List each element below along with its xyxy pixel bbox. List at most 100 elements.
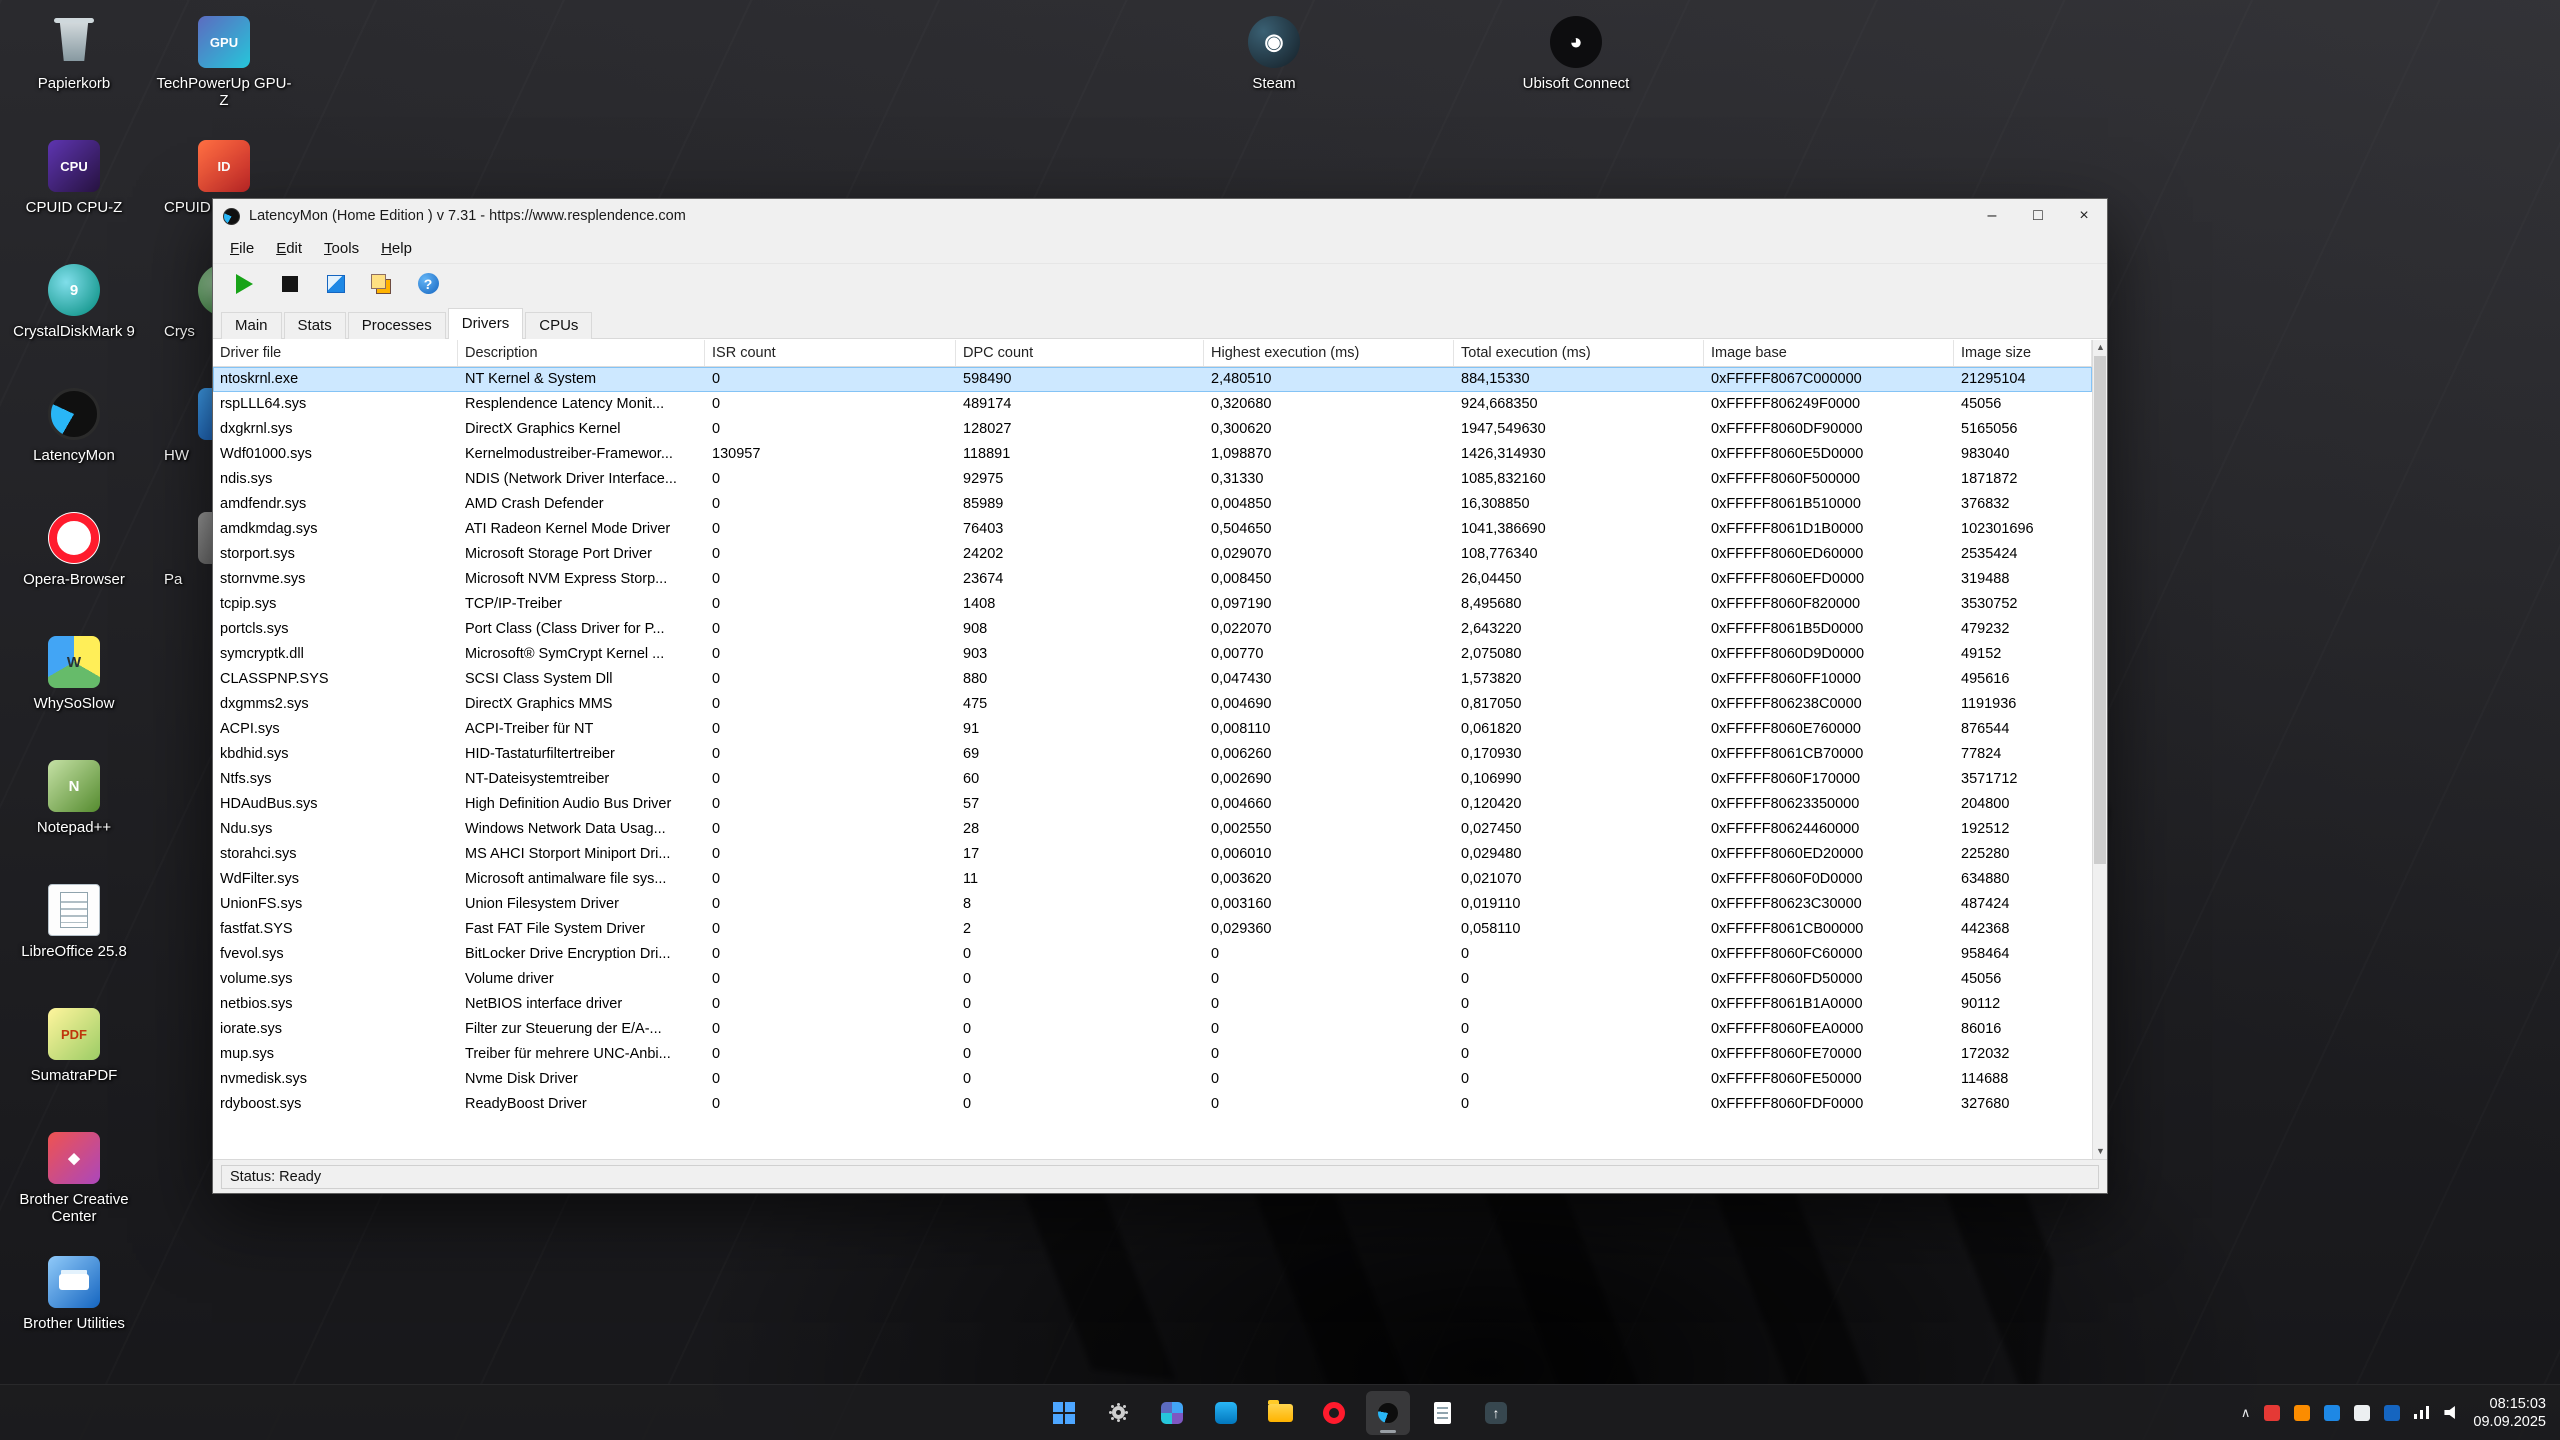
tray-app-orange[interactable]	[2294, 1404, 2311, 1421]
column-header-image-base[interactable]: Image base	[1704, 340, 1954, 366]
minimize-button[interactable]: –	[1969, 199, 2015, 233]
tab-drivers[interactable]: Drivers	[447, 308, 524, 339]
driver-row[interactable]: amdfendr.sys AMD Crash Defender 0 85989 …	[213, 492, 2092, 517]
driver-row[interactable]: rspLLL64.sys Resplendence Latency Monit.…	[213, 392, 2092, 417]
driver-row[interactable]: kbdhid.sys HID-Tastaturfiltertreiber 0 6…	[213, 742, 2092, 767]
driver-row[interactable]: amdkmdag.sys ATI Radeon Kernel Mode Driv…	[213, 517, 2092, 542]
tab-main[interactable]: Main	[221, 312, 282, 339]
desktop-icon-latencymon[interactable]: LatencyMon	[14, 382, 134, 494]
tab-stats[interactable]: Stats	[283, 312, 346, 339]
tab-processes[interactable]: Processes	[347, 312, 446, 339]
copy-button[interactable]	[367, 269, 397, 299]
column-header-image-size[interactable]: Image size	[1954, 340, 2092, 366]
report-button[interactable]	[321, 269, 351, 299]
column-header-dpc-count[interactable]: DPC count	[956, 340, 1204, 366]
desktop-icon-ubisoft-connect[interactable]: ◕ Ubisoft Connect	[1516, 10, 1636, 122]
image-base-cell: 0xFFFFF8060FC60000	[1711, 946, 1863, 962]
document-app-button[interactable]	[1420, 1391, 1464, 1435]
menu-tools[interactable]: Tools	[313, 237, 370, 260]
scroll-up-arrow[interactable]: ▲	[2093, 340, 2107, 355]
driver-row[interactable]: Ndu.sys Windows Network Data Usag... 0 2…	[213, 817, 2092, 842]
photos-app-button[interactable]	[1150, 1391, 1194, 1435]
help-button[interactable]: ?	[413, 269, 443, 299]
driver-row[interactable]: netbios.sys NetBIOS interface driver 0 0…	[213, 992, 2092, 1017]
desktop-icon-notepad-plus-plus[interactable]: N Notepad++	[14, 754, 134, 866]
store-app-button[interactable]	[1204, 1391, 1248, 1435]
driver-row[interactable]: UnionFS.sys Union Filesystem Driver 0 8 …	[213, 892, 2092, 917]
desktop-icon-sumatrapdf[interactable]: PDF SumatraPDF	[14, 1002, 134, 1114]
image-base-cell: 0xFFFFF8061B510000	[1711, 496, 1861, 512]
desktop-icon-libreoffice[interactable]: LibreOffice 25.8	[14, 878, 134, 990]
driver-row[interactable]: dxgkrnl.sys DirectX Graphics Kernel 0 12…	[213, 417, 2092, 442]
driver-row[interactable]: symcryptk.dll Microsoft® SymCrypt Kernel…	[213, 642, 2092, 667]
driver-row[interactable]: stornvme.sys Microsoft NVM Express Storp…	[213, 567, 2092, 592]
clock-date: 09.09.2025	[2473, 1413, 2546, 1430]
driver-row[interactable]: Ntfs.sys NT-Dateisystemtreiber 0 60 0,00…	[213, 767, 2092, 792]
arrow-app-button[interactable]: ↑	[1474, 1391, 1518, 1435]
driver-row[interactable]: HDAudBus.sys High Definition Audio Bus D…	[213, 792, 2092, 817]
scroll-down-arrow[interactable]: ▼	[2093, 1144, 2107, 1159]
desktop-icon-gpu-z[interactable]: GPU TechPowerUp GPU-Z	[156, 10, 292, 122]
desktop-icon-crystaldiskmark[interactable]: 9 CrystalDiskMark 9	[13, 258, 135, 370]
driver-row[interactable]: CLASSPNP.SYS SCSI Class System Dll 0 880…	[213, 667, 2092, 692]
column-header-driver-file[interactable]: Driver file	[213, 340, 458, 366]
tray-app-blue[interactable]	[2324, 1404, 2341, 1421]
vertical-scrollbar[interactable]: ▲ ▼	[2092, 340, 2107, 1159]
volume-icon[interactable]	[2444, 1406, 2459, 1420]
close-button[interactable]: ×	[2061, 199, 2107, 233]
latencymon-button[interactable]	[1366, 1390, 1410, 1435]
driver-row[interactable]: ACPI.sys ACPI-Treiber für NT 0 91 0,0081…	[213, 717, 2092, 742]
driver-row[interactable]: tcpip.sys TCP/IP-Treiber 0 1408 0,097190…	[213, 592, 2092, 617]
tab-cpus[interactable]: CPUs	[525, 312, 593, 339]
desktop-icon-opera-browser[interactable]: Opera-Browser	[14, 506, 134, 618]
isr-count-cell: 0	[712, 596, 721, 612]
driver-row[interactable]: fvevol.sys BitLocker Drive Encryption Dr…	[213, 942, 2092, 967]
start-button[interactable]	[1042, 1391, 1086, 1435]
driver-row[interactable]: portcls.sys Port Class (Class Driver for…	[213, 617, 2092, 642]
image-size-cell: 86016	[1961, 1021, 2002, 1037]
taskbar-clock[interactable]: 08:15:03 09.09.2025	[2473, 1395, 2546, 1431]
driver-row[interactable]: storahci.sys MS AHCI Storport Miniport D…	[213, 842, 2092, 867]
opera-button[interactable]	[1312, 1391, 1356, 1435]
network-icon[interactable]	[2414, 1406, 2431, 1419]
driver-row[interactable]: ndis.sys NDIS (Network Driver Interface.…	[213, 467, 2092, 492]
tray-app-light[interactable]	[2354, 1404, 2371, 1421]
driver-row[interactable]: volume.sys Volume driver 0 0 0 0 0xFFFFF…	[213, 967, 2092, 992]
file-explorer-button[interactable]	[1258, 1391, 1302, 1435]
desktop-icon-whysoslow[interactable]: W WhySoSlow	[14, 630, 134, 742]
start-monitor-button[interactable]	[229, 269, 259, 299]
driver-row[interactable]: WdFilter.sys Microsoft antimalware file …	[213, 867, 2092, 892]
driver-row[interactable]: Wdf01000.sys Kernelmodustreiber-Framewor…	[213, 442, 2092, 467]
driver-row[interactable]: mup.sys Treiber für mehrere UNC-Anbi... …	[213, 1042, 2092, 1067]
column-header-isr-count[interactable]: ISR count	[705, 340, 956, 366]
image-base-cell: 0xFFFFF8060D9D0000	[1711, 646, 1865, 662]
highest-execution-cell: 0,029070	[1211, 546, 1272, 562]
desktop-icon-brother-utilities[interactable]: Brother Utilities	[14, 1250, 134, 1362]
desktop-icon-steam[interactable]: ◉ Steam	[1214, 10, 1334, 122]
driver-row[interactable]: fastfat.SYS Fast FAT File System Driver …	[213, 917, 2092, 942]
settings-button[interactable]	[1096, 1391, 1140, 1435]
column-header-description[interactable]: Description	[458, 340, 705, 366]
menu-help[interactable]: Help	[370, 237, 423, 260]
desktop-icon-cpuid-cpu-z[interactable]: CPU CPUID CPU-Z	[14, 134, 134, 246]
driver-row[interactable]: rdyboost.sys ReadyBoost Driver 0 0 0 0 0…	[213, 1092, 2092, 1117]
column-header-total-execution[interactable]: Total execution (ms)	[1454, 340, 1704, 366]
scrollbar-thumb[interactable]	[2094, 356, 2106, 864]
driver-row[interactable]: ntoskrnl.exe NT Kernel & System 0 598490…	[213, 367, 2092, 392]
desktop-icon-papierkorb[interactable]: Papierkorb	[14, 10, 134, 122]
driver-row[interactable]: storport.sys Microsoft Storage Port Driv…	[213, 542, 2092, 567]
hidden-icons-chevron[interactable]: ∧	[2241, 1405, 2251, 1421]
tray-app-red[interactable]	[2264, 1404, 2281, 1421]
driver-row[interactable]: nvmedisk.sys Nvme Disk Driver 0 0 0 0 0x…	[213, 1067, 2092, 1092]
menu-file[interactable]: File	[219, 237, 265, 260]
driver-row[interactable]: iorate.sys Filter zur Steuerung der E/A-…	[213, 1017, 2092, 1042]
maximize-button[interactable]: □	[2015, 199, 2061, 233]
driver-row[interactable]: dxgmms2.sys DirectX Graphics MMS 0 475 0…	[213, 692, 2092, 717]
bluetooth-tray-icon[interactable]	[2384, 1404, 2401, 1421]
title-bar[interactable]: LatencyMon (Home Edition ) v 7.31 - http…	[213, 199, 2107, 233]
column-header-highest-execution[interactable]: Highest execution (ms)	[1204, 340, 1454, 366]
desktop-icon-brother-creative-center[interactable]: ◆ Brother Creative Center	[14, 1126, 134, 1238]
menu-edit[interactable]: Edit	[265, 237, 313, 260]
stop-monitor-button[interactable]	[275, 269, 305, 299]
desktop-icon-image	[48, 388, 100, 440]
